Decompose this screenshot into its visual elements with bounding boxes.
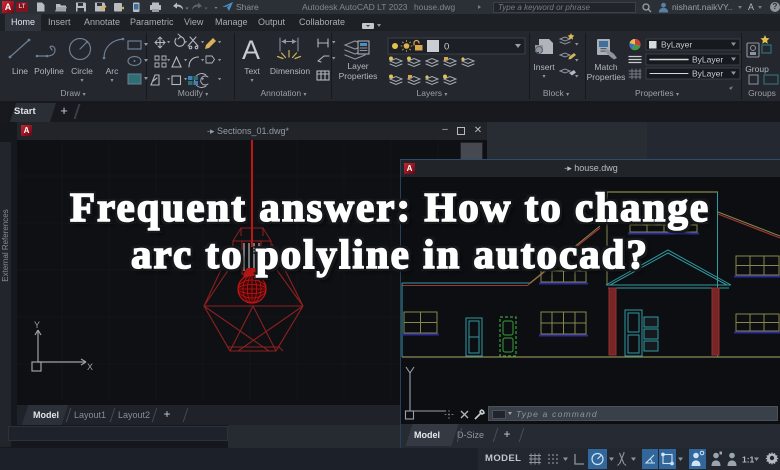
svg-text:ByLayer: ByLayer xyxy=(661,40,692,50)
svg-text:ByLayer: ByLayer xyxy=(692,55,723,65)
svg-text:ByLayer: ByLayer xyxy=(692,69,723,79)
svg-text:0: 0 xyxy=(444,42,449,53)
svg-text:Y: Y xyxy=(34,320,40,330)
svg-text:X: X xyxy=(87,362,93,372)
svg-text:1:1: 1:1 xyxy=(742,455,755,465)
svg-text:A: A xyxy=(242,35,260,65)
